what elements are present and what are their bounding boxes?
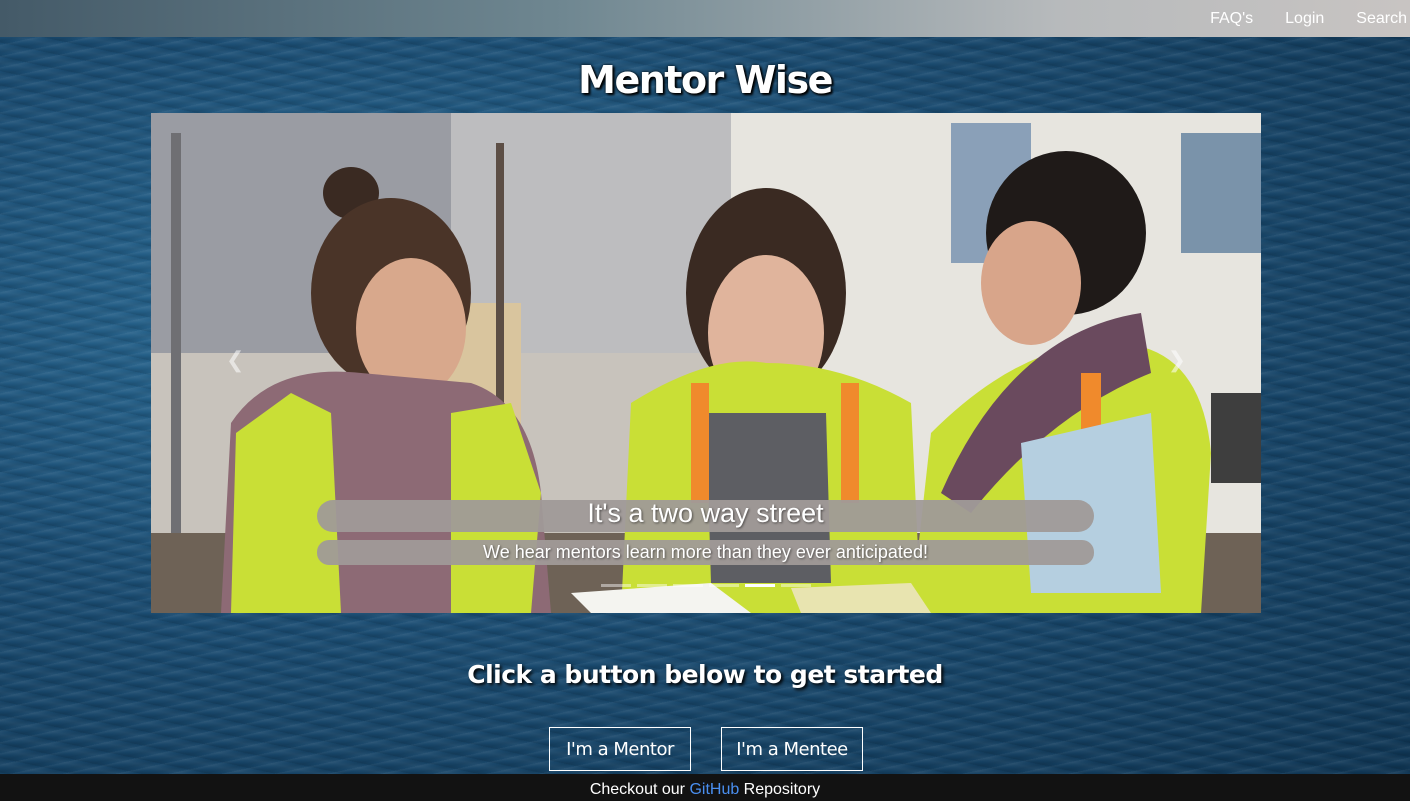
cta-heading: Click a button below to get started: [467, 660, 943, 689]
carousel-indicator[interactable]: [709, 584, 739, 587]
carousel-caption-title: It's a two way street: [317, 500, 1094, 532]
footer-suffix: Repository: [739, 781, 821, 798]
carousel-indicator[interactable]: [745, 584, 775, 587]
carousel-next-control[interactable]: ❯: [1168, 348, 1186, 373]
carousel-indicator[interactable]: [637, 584, 667, 587]
carousel-indicator[interactable]: [781, 584, 811, 587]
nav-links: FAQ's Login Search: [1178, 0, 1407, 37]
top-navbar: FAQ's Login Search: [0, 0, 1410, 37]
github-link[interactable]: GitHub: [689, 781, 739, 798]
carousel-indicators: [601, 584, 811, 587]
hero-carousel: ❮ ❯ It's a two way street We hear mentor…: [151, 113, 1261, 613]
site-title: Mentor Wise: [578, 58, 833, 102]
carousel-slide-image: [151, 113, 1261, 613]
chevron-right-icon: ❯: [1167, 348, 1186, 373]
carousel-indicator[interactable]: [673, 584, 703, 587]
carousel-indicator[interactable]: [601, 584, 631, 587]
footer-prefix: Checkout our: [589, 781, 690, 798]
chevron-left-icon: ❮: [226, 348, 245, 373]
carousel-prev-control[interactable]: ❮: [226, 348, 244, 373]
carousel-caption-subtitle: We hear mentors learn more than they eve…: [317, 540, 1094, 565]
nav-search-link[interactable]: Search: [1356, 10, 1407, 28]
mentee-button[interactable]: I'm a Mentee: [721, 727, 863, 771]
footer: Checkout our GitHub Repository: [0, 774, 1410, 801]
mentor-button[interactable]: I'm a Mentor: [549, 727, 691, 771]
nav-login-link[interactable]: Login: [1285, 10, 1324, 28]
nav-faqs-link[interactable]: FAQ's: [1210, 10, 1253, 28]
